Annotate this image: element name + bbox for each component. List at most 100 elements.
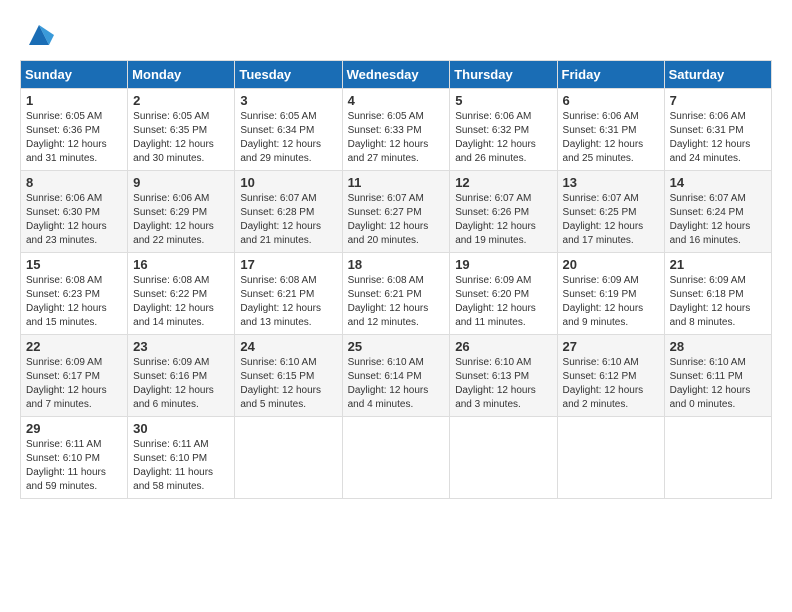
day-info: Sunrise: 6:06 AM Sunset: 6:29 PM Dayligh… xyxy=(133,192,229,248)
day-number: 20 xyxy=(563,257,659,272)
calendar-day-20: 20 Sunrise: 6:09 AM Sunset: 6:19 PM Dayl… xyxy=(557,253,664,335)
empty-cell xyxy=(450,417,557,499)
day-info: Sunrise: 6:10 AM Sunset: 6:14 PM Dayligh… xyxy=(348,356,445,412)
day-number: 25 xyxy=(348,339,445,354)
logo xyxy=(20,20,54,50)
day-info: Sunrise: 6:08 AM Sunset: 6:21 PM Dayligh… xyxy=(240,274,336,330)
calendar-day-30: 30 Sunrise: 6:11 AM Sunset: 6:10 PM Dayl… xyxy=(128,417,235,499)
calendar-day-5: 5 Sunrise: 6:06 AM Sunset: 6:32 PM Dayli… xyxy=(450,89,557,171)
day-number: 6 xyxy=(563,93,659,108)
day-info: Sunrise: 6:09 AM Sunset: 6:17 PM Dayligh… xyxy=(26,356,122,412)
calendar-day-23: 23 Sunrise: 6:09 AM Sunset: 6:16 PM Dayl… xyxy=(128,335,235,417)
day-number: 23 xyxy=(133,339,229,354)
day-number: 1 xyxy=(26,93,122,108)
calendar-day-28: 28 Sunrise: 6:10 AM Sunset: 6:11 PM Dayl… xyxy=(664,335,771,417)
header-day-thursday: Thursday xyxy=(450,61,557,89)
calendar-day-27: 27 Sunrise: 6:10 AM Sunset: 6:12 PM Dayl… xyxy=(557,335,664,417)
day-info: Sunrise: 6:06 AM Sunset: 6:30 PM Dayligh… xyxy=(26,192,122,248)
day-number: 29 xyxy=(26,421,122,436)
calendar-day-10: 10 Sunrise: 6:07 AM Sunset: 6:28 PM Dayl… xyxy=(235,171,342,253)
calendar-day-14: 14 Sunrise: 6:07 AM Sunset: 6:24 PM Dayl… xyxy=(664,171,771,253)
header-day-sunday: Sunday xyxy=(21,61,128,89)
day-number: 24 xyxy=(240,339,336,354)
day-number: 12 xyxy=(455,175,551,190)
day-info: Sunrise: 6:05 AM Sunset: 6:34 PM Dayligh… xyxy=(240,110,336,166)
day-info: Sunrise: 6:05 AM Sunset: 6:33 PM Dayligh… xyxy=(348,110,445,166)
day-info: Sunrise: 6:09 AM Sunset: 6:16 PM Dayligh… xyxy=(133,356,229,412)
day-info: Sunrise: 6:07 AM Sunset: 6:26 PM Dayligh… xyxy=(455,192,551,248)
day-number: 8 xyxy=(26,175,122,190)
day-number: 5 xyxy=(455,93,551,108)
calendar-day-8: 8 Sunrise: 6:06 AM Sunset: 6:30 PM Dayli… xyxy=(21,171,128,253)
calendar-day-18: 18 Sunrise: 6:08 AM Sunset: 6:21 PM Dayl… xyxy=(342,253,450,335)
day-number: 10 xyxy=(240,175,336,190)
day-info: Sunrise: 6:06 AM Sunset: 6:31 PM Dayligh… xyxy=(670,110,766,166)
calendar-day-6: 6 Sunrise: 6:06 AM Sunset: 6:31 PM Dayli… xyxy=(557,89,664,171)
day-number: 28 xyxy=(670,339,766,354)
calendar-day-4: 4 Sunrise: 6:05 AM Sunset: 6:33 PM Dayli… xyxy=(342,89,450,171)
calendar-week-4: 22 Sunrise: 6:09 AM Sunset: 6:17 PM Dayl… xyxy=(21,335,772,417)
day-info: Sunrise: 6:08 AM Sunset: 6:23 PM Dayligh… xyxy=(26,274,122,330)
calendar-day-29: 29 Sunrise: 6:11 AM Sunset: 6:10 PM Dayl… xyxy=(21,417,128,499)
day-info: Sunrise: 6:06 AM Sunset: 6:32 PM Dayligh… xyxy=(455,110,551,166)
day-info: Sunrise: 6:11 AM Sunset: 6:10 PM Dayligh… xyxy=(133,438,229,494)
day-number: 27 xyxy=(563,339,659,354)
day-info: Sunrise: 6:07 AM Sunset: 6:27 PM Dayligh… xyxy=(348,192,445,248)
calendar-day-17: 17 Sunrise: 6:08 AM Sunset: 6:21 PM Dayl… xyxy=(235,253,342,335)
day-info: Sunrise: 6:05 AM Sunset: 6:35 PM Dayligh… xyxy=(133,110,229,166)
day-info: Sunrise: 6:07 AM Sunset: 6:25 PM Dayligh… xyxy=(563,192,659,248)
day-number: 17 xyxy=(240,257,336,272)
day-info: Sunrise: 6:10 AM Sunset: 6:13 PM Dayligh… xyxy=(455,356,551,412)
calendar-day-3: 3 Sunrise: 6:05 AM Sunset: 6:34 PM Dayli… xyxy=(235,89,342,171)
day-number: 9 xyxy=(133,175,229,190)
day-number: 16 xyxy=(133,257,229,272)
day-info: Sunrise: 6:05 AM Sunset: 6:36 PM Dayligh… xyxy=(26,110,122,166)
calendar-day-16: 16 Sunrise: 6:08 AM Sunset: 6:22 PM Dayl… xyxy=(128,253,235,335)
day-number: 4 xyxy=(348,93,445,108)
calendar-day-13: 13 Sunrise: 6:07 AM Sunset: 6:25 PM Dayl… xyxy=(557,171,664,253)
empty-cell xyxy=(557,417,664,499)
header-day-saturday: Saturday xyxy=(664,61,771,89)
day-info: Sunrise: 6:07 AM Sunset: 6:28 PM Dayligh… xyxy=(240,192,336,248)
calendar-day-15: 15 Sunrise: 6:08 AM Sunset: 6:23 PM Dayl… xyxy=(21,253,128,335)
day-number: 3 xyxy=(240,93,336,108)
calendar-week-2: 8 Sunrise: 6:06 AM Sunset: 6:30 PM Dayli… xyxy=(21,171,772,253)
calendar-week-1: 1 Sunrise: 6:05 AM Sunset: 6:36 PM Dayli… xyxy=(21,89,772,171)
calendar-day-19: 19 Sunrise: 6:09 AM Sunset: 6:20 PM Dayl… xyxy=(450,253,557,335)
day-info: Sunrise: 6:09 AM Sunset: 6:18 PM Dayligh… xyxy=(670,274,766,330)
calendar-day-21: 21 Sunrise: 6:09 AM Sunset: 6:18 PM Dayl… xyxy=(664,253,771,335)
calendar-day-7: 7 Sunrise: 6:06 AM Sunset: 6:31 PM Dayli… xyxy=(664,89,771,171)
day-info: Sunrise: 6:08 AM Sunset: 6:22 PM Dayligh… xyxy=(133,274,229,330)
day-number: 30 xyxy=(133,421,229,436)
calendar-day-12: 12 Sunrise: 6:07 AM Sunset: 6:26 PM Dayl… xyxy=(450,171,557,253)
header-day-monday: Monday xyxy=(128,61,235,89)
empty-cell xyxy=(235,417,342,499)
day-number: 19 xyxy=(455,257,551,272)
calendar-table: SundayMondayTuesdayWednesdayThursdayFrid… xyxy=(20,60,772,499)
day-number: 21 xyxy=(670,257,766,272)
day-number: 13 xyxy=(563,175,659,190)
empty-cell xyxy=(342,417,450,499)
day-info: Sunrise: 6:09 AM Sunset: 6:19 PM Dayligh… xyxy=(563,274,659,330)
day-number: 14 xyxy=(670,175,766,190)
day-info: Sunrise: 6:11 AM Sunset: 6:10 PM Dayligh… xyxy=(26,438,122,494)
header-day-friday: Friday xyxy=(557,61,664,89)
calendar-day-22: 22 Sunrise: 6:09 AM Sunset: 6:17 PM Dayl… xyxy=(21,335,128,417)
calendar-week-3: 15 Sunrise: 6:08 AM Sunset: 6:23 PM Dayl… xyxy=(21,253,772,335)
header-day-tuesday: Tuesday xyxy=(235,61,342,89)
day-info: Sunrise: 6:09 AM Sunset: 6:20 PM Dayligh… xyxy=(455,274,551,330)
empty-cell xyxy=(664,417,771,499)
day-number: 2 xyxy=(133,93,229,108)
day-info: Sunrise: 6:10 AM Sunset: 6:12 PM Dayligh… xyxy=(563,356,659,412)
day-number: 7 xyxy=(670,93,766,108)
day-info: Sunrise: 6:10 AM Sunset: 6:11 PM Dayligh… xyxy=(670,356,766,412)
calendar-day-1: 1 Sunrise: 6:05 AM Sunset: 6:36 PM Dayli… xyxy=(21,89,128,171)
day-info: Sunrise: 6:07 AM Sunset: 6:24 PM Dayligh… xyxy=(670,192,766,248)
day-number: 11 xyxy=(348,175,445,190)
calendar-day-25: 25 Sunrise: 6:10 AM Sunset: 6:14 PM Dayl… xyxy=(342,335,450,417)
day-info: Sunrise: 6:06 AM Sunset: 6:31 PM Dayligh… xyxy=(563,110,659,166)
calendar-day-11: 11 Sunrise: 6:07 AM Sunset: 6:27 PM Dayl… xyxy=(342,171,450,253)
day-number: 18 xyxy=(348,257,445,272)
calendar-day-9: 9 Sunrise: 6:06 AM Sunset: 6:29 PM Dayli… xyxy=(128,171,235,253)
calendar-week-5: 29 Sunrise: 6:11 AM Sunset: 6:10 PM Dayl… xyxy=(21,417,772,499)
